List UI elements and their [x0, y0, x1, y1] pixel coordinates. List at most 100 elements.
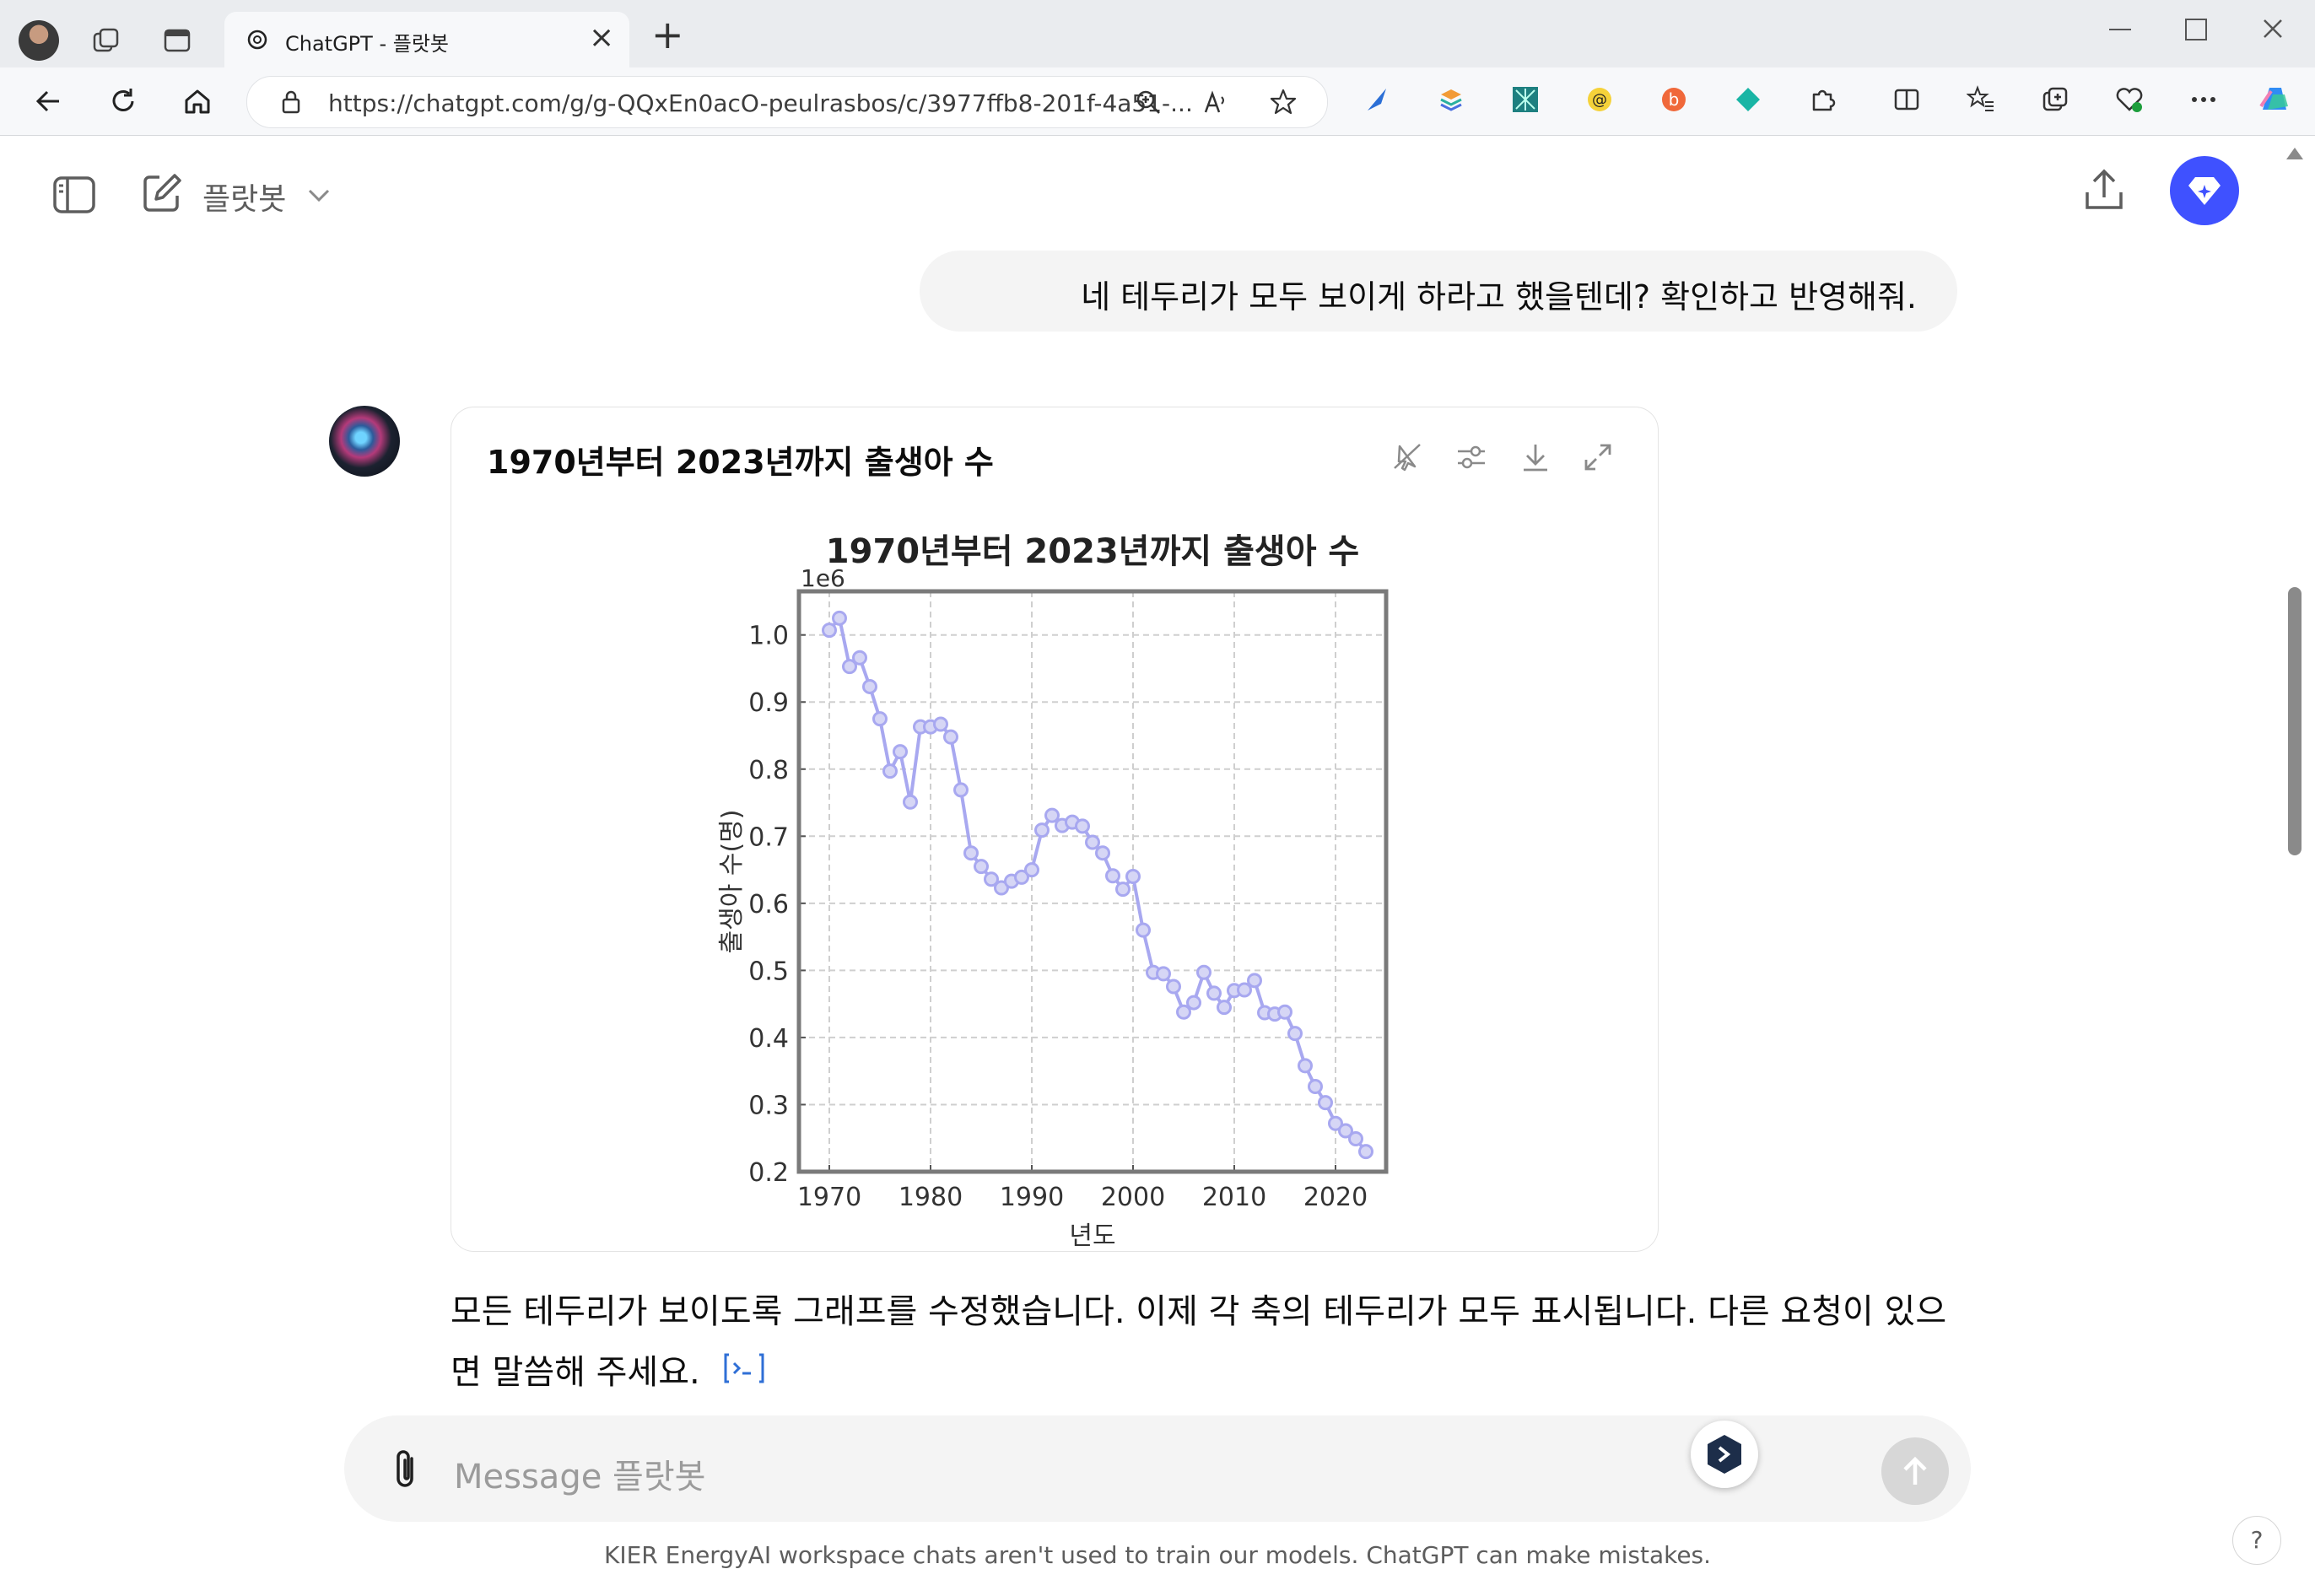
- favorite-star-icon[interactable]: [1268, 87, 1298, 117]
- y-tick-label: 1.0: [748, 622, 789, 651]
- collections-icon[interactable]: [2038, 83, 2072, 116]
- svg-text:b: b: [1669, 89, 1680, 110]
- data-point: [1358, 1144, 1373, 1160]
- footer-disclaimer: KIER EnergyAI workspace chats aren't use…: [603, 1541, 1712, 1569]
- y-tick-label: 0.3: [748, 1091, 789, 1120]
- chatgpt-page: 플랏봇 네 테두리가 모두 보이게 하라고 했을텐데? 확인하고 반영해줘. 1…: [0, 136, 2315, 1596]
- y-tick-label: 0.4: [748, 1024, 789, 1054]
- data-point: [862, 678, 877, 694]
- openai-favicon-icon: [243, 25, 272, 54]
- new-tab-button[interactable]: +: [651, 12, 684, 57]
- help-button[interactable]: ?: [2232, 1516, 2281, 1565]
- assistant-avatar: [329, 406, 400, 477]
- split-screen-icon[interactable]: [1890, 83, 1924, 116]
- read-aloud-icon[interactable]: [1201, 87, 1231, 117]
- tab-actions-icon[interactable]: [159, 22, 196, 59]
- birth-chart: 1970년부터 2023년까지 출생아 수 1970 1980 1990 2000 201…: [717, 532, 1389, 1251]
- x-tick-label: 1970: [797, 1183, 861, 1212]
- back-icon[interactable]: [30, 83, 67, 120]
- data-point: [1136, 922, 1151, 938]
- refresh-icon[interactable]: [105, 83, 142, 120]
- data-point: [1196, 964, 1211, 980]
- data-point: [1034, 822, 1050, 838]
- zoom-icon[interactable]: [1133, 87, 1163, 117]
- close-window-icon[interactable]: [2258, 13, 2288, 44]
- y-tick-label: 0.8: [748, 756, 789, 785]
- data-point: [1156, 966, 1171, 982]
- attach-paperclip-icon[interactable]: [381, 1444, 429, 1495]
- share-upload-icon[interactable]: [2079, 164, 2129, 215]
- maximize-icon[interactable]: [2185, 19, 2207, 40]
- data-point: [1348, 1131, 1363, 1147]
- data-point: [1085, 834, 1100, 850]
- chart-title: 1970년부터 2023년까지 출생아 수: [826, 532, 1359, 571]
- user-message-text: 네 테두리가 모두 보이게 하라고 했을텐데? 확인하고 반영해줘.: [1081, 278, 1917, 315]
- data-point: [1044, 807, 1060, 823]
- x-tick-label: 2000: [1101, 1183, 1165, 1212]
- axes-frame: [796, 589, 1389, 1174]
- gpt-name[interactable]: 플랏봇: [202, 175, 286, 218]
- data-point: [1298, 1058, 1313, 1074]
- extension-layers-icon[interactable]: [1434, 83, 1468, 116]
- send-arrow-icon[interactable]: [1881, 1437, 1949, 1505]
- data-point: [1166, 979, 1181, 995]
- code-interpreter-icon[interactable]: [722, 1344, 766, 1405]
- active-tab[interactable]: ChatGPT - 플랏봇 ×: [224, 12, 629, 67]
- data-point: [832, 610, 847, 626]
- profile-avatar[interactable]: [19, 20, 59, 61]
- data-point: [882, 763, 898, 779]
- data-point: [1287, 1026, 1303, 1042]
- data-point: [953, 782, 969, 798]
- page-scrollbar[interactable]: [2288, 587, 2302, 855]
- data-point: [872, 711, 888, 727]
- data-point: [822, 623, 837, 639]
- x-tick-label: 2020: [1303, 1183, 1368, 1212]
- data-point: [1105, 868, 1120, 884]
- data-point: [974, 859, 989, 875]
- extension-floating-icon[interactable]: [1691, 1421, 1758, 1488]
- y-tick-label: 0.5: [748, 957, 789, 986]
- data-point: [1308, 1078, 1323, 1094]
- message-input[interactable]: Message 플랏봇: [454, 1449, 705, 1498]
- y-scale-label: 1e6: [801, 564, 845, 592]
- new-chat-icon[interactable]: [138, 170, 186, 217]
- address-bar[interactable]: https://chatgpt.com/g/g-QQxEn0acO-peulra…: [246, 76, 1328, 128]
- more-options-icon[interactable]: [2187, 83, 2221, 116]
- data-point: [1115, 882, 1131, 898]
- copilot-icon[interactable]: [2254, 79, 2295, 120]
- sidebar-toggle-icon[interactable]: [51, 171, 98, 218]
- data-point: [903, 794, 918, 810]
- extension-b-icon[interactable]: b: [1657, 83, 1691, 116]
- workspace-badge-icon[interactable]: [2170, 156, 2239, 225]
- extensions-puzzle-icon[interactable]: [1805, 83, 1839, 116]
- data-point: [1186, 995, 1201, 1011]
- home-icon[interactable]: [179, 83, 216, 120]
- extension-feather-icon[interactable]: [1360, 83, 1394, 116]
- data-point: [1024, 862, 1039, 878]
- favorites-icon[interactable]: [1964, 83, 1998, 116]
- data-point: [1125, 869, 1141, 885]
- workspaces-icon[interactable]: [88, 22, 125, 59]
- scroll-up-arrow-icon[interactable]: [2286, 148, 2303, 159]
- minimize-icon[interactable]: [2109, 29, 2131, 30]
- x-axis-label: 년도: [1069, 1221, 1115, 1251]
- data-point: [1095, 845, 1110, 861]
- extension-pattern-icon[interactable]: [1508, 83, 1542, 116]
- y-tick-label: 0.2: [748, 1158, 789, 1188]
- browser-essentials-icon[interactable]: [2113, 83, 2146, 116]
- url-text[interactable]: https://chatgpt.com/g/g-QQxEn0acO-peulra…: [328, 89, 1193, 117]
- message-composer[interactable]: Message 플랏봇: [344, 1415, 1971, 1522]
- extension-diamond-icon[interactable]: [1731, 83, 1765, 116]
- series-line: [828, 614, 1368, 1153]
- svg-text:@: @: [1592, 91, 1607, 109]
- data-point: [933, 716, 948, 732]
- data-point: [852, 650, 867, 666]
- chevron-down-icon[interactable]: [304, 183, 334, 208]
- extension-at-icon[interactable]: @: [1583, 83, 1616, 116]
- assistant-reply: 모든 테두리가 보이도록 그래프를 수정했습니다. 이제 각 축의 테두리가 모…: [451, 1281, 1952, 1405]
- y-axis-label: 출생아 수(명): [717, 810, 747, 954]
- chart-card: 1970년부터 2023년까지 출생아 수 1970년부터 2023년까지 출생…: [451, 407, 1659, 1252]
- site-info-icon[interactable]: [276, 87, 306, 117]
- close-tab-icon[interactable]: ×: [589, 20, 614, 55]
- data-point: [1217, 1000, 1232, 1016]
